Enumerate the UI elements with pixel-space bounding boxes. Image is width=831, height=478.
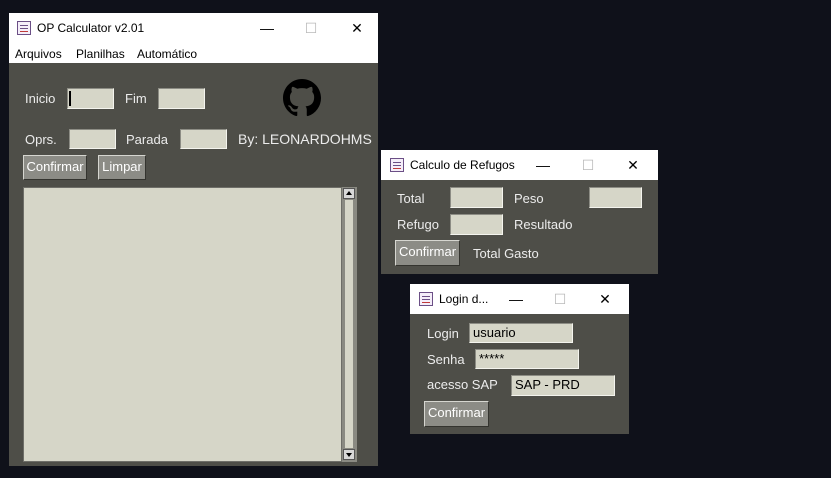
refugos-window-title: Calculo de Refugos [410,158,515,172]
parada-field[interactable] [180,129,227,149]
app-icon [390,158,404,172]
output-textarea[interactable] [23,187,342,462]
minimize-icon[interactable]: — [533,157,553,173]
senha-field[interactable]: ***** [475,349,579,369]
text-cursor [69,91,71,106]
oprs-label: Oprs. [25,132,57,147]
scrollbar-thumb[interactable] [345,200,353,448]
maximize-icon[interactable]: ☐ [578,157,598,173]
peso-field[interactable] [589,187,642,208]
total-gasto-label: Total Gasto [473,246,539,261]
fim-label: Fim [125,91,147,106]
main-window-title: OP Calculator v2.01 [37,21,145,35]
senha-label: Senha [427,352,465,367]
total-field[interactable] [450,187,503,208]
parada-label: Parada [126,132,168,147]
menu-arquivos[interactable]: Arquivos [15,47,62,61]
refugos-window: Calculo de Refugos — ☐ ✕ Total Peso Refu… [381,150,658,274]
acesso-sap-label: acesso SAP [427,377,498,392]
refugo-field[interactable] [450,214,503,235]
confirmar-button[interactable]: Confirmar [23,155,87,180]
menu-planilhas[interactable]: Planilhas [76,47,125,61]
main-window: OP Calculator v2.01 — ☐ ✕ Arquivos Plani… [9,13,378,466]
main-title-bar[interactable]: OP Calculator v2.01 — ☐ ✕ [9,13,378,43]
maximize-icon[interactable]: ☐ [301,20,321,36]
acesso-sap-field[interactable]: SAP - PRD [511,375,615,396]
login-title-bar[interactable]: Login d... — ☐ ✕ [410,284,629,314]
minimize-icon[interactable]: — [257,20,277,36]
close-icon[interactable]: ✕ [623,157,643,173]
app-icon [419,292,433,306]
fim-field[interactable] [158,88,205,109]
scroll-down-icon[interactable] [343,449,355,460]
minimize-icon[interactable]: — [506,291,526,307]
login-field[interactable]: usuario [469,323,573,343]
maximize-icon[interactable]: ☐ [550,291,570,307]
login-window-title: Login d... [439,292,489,306]
total-label: Total [397,191,425,206]
oprs-field[interactable] [69,129,116,149]
login-label: Login [427,326,459,341]
close-icon[interactable]: ✕ [347,20,367,36]
refugos-title-bar[interactable]: Calculo de Refugos — ☐ ✕ [381,150,658,180]
github-icon[interactable] [281,79,323,117]
scroll-up-icon[interactable] [343,188,355,199]
menu-bar: Arquivos Planilhas Automático [9,43,378,63]
limpar-button[interactable]: Limpar [98,155,146,180]
app-icon [17,21,31,35]
resultado-label: Resultado [514,217,573,232]
author-credit: By: LEONARDOHMS [238,131,372,147]
menu-automatico[interactable]: Automático [137,47,197,61]
refugo-label: Refugo [397,217,439,232]
login-window: Login d... — ☐ ✕ Login usuario Senha ***… [410,284,629,434]
login-confirmar-button[interactable]: Confirmar [424,401,489,427]
close-icon[interactable]: ✕ [595,291,615,307]
peso-label: Peso [514,191,544,206]
refugos-confirmar-button[interactable]: Confirmar [395,240,460,266]
output-scrollbar[interactable] [342,187,357,462]
inicio-field[interactable] [67,88,114,109]
inicio-label: Inicio [25,91,56,106]
